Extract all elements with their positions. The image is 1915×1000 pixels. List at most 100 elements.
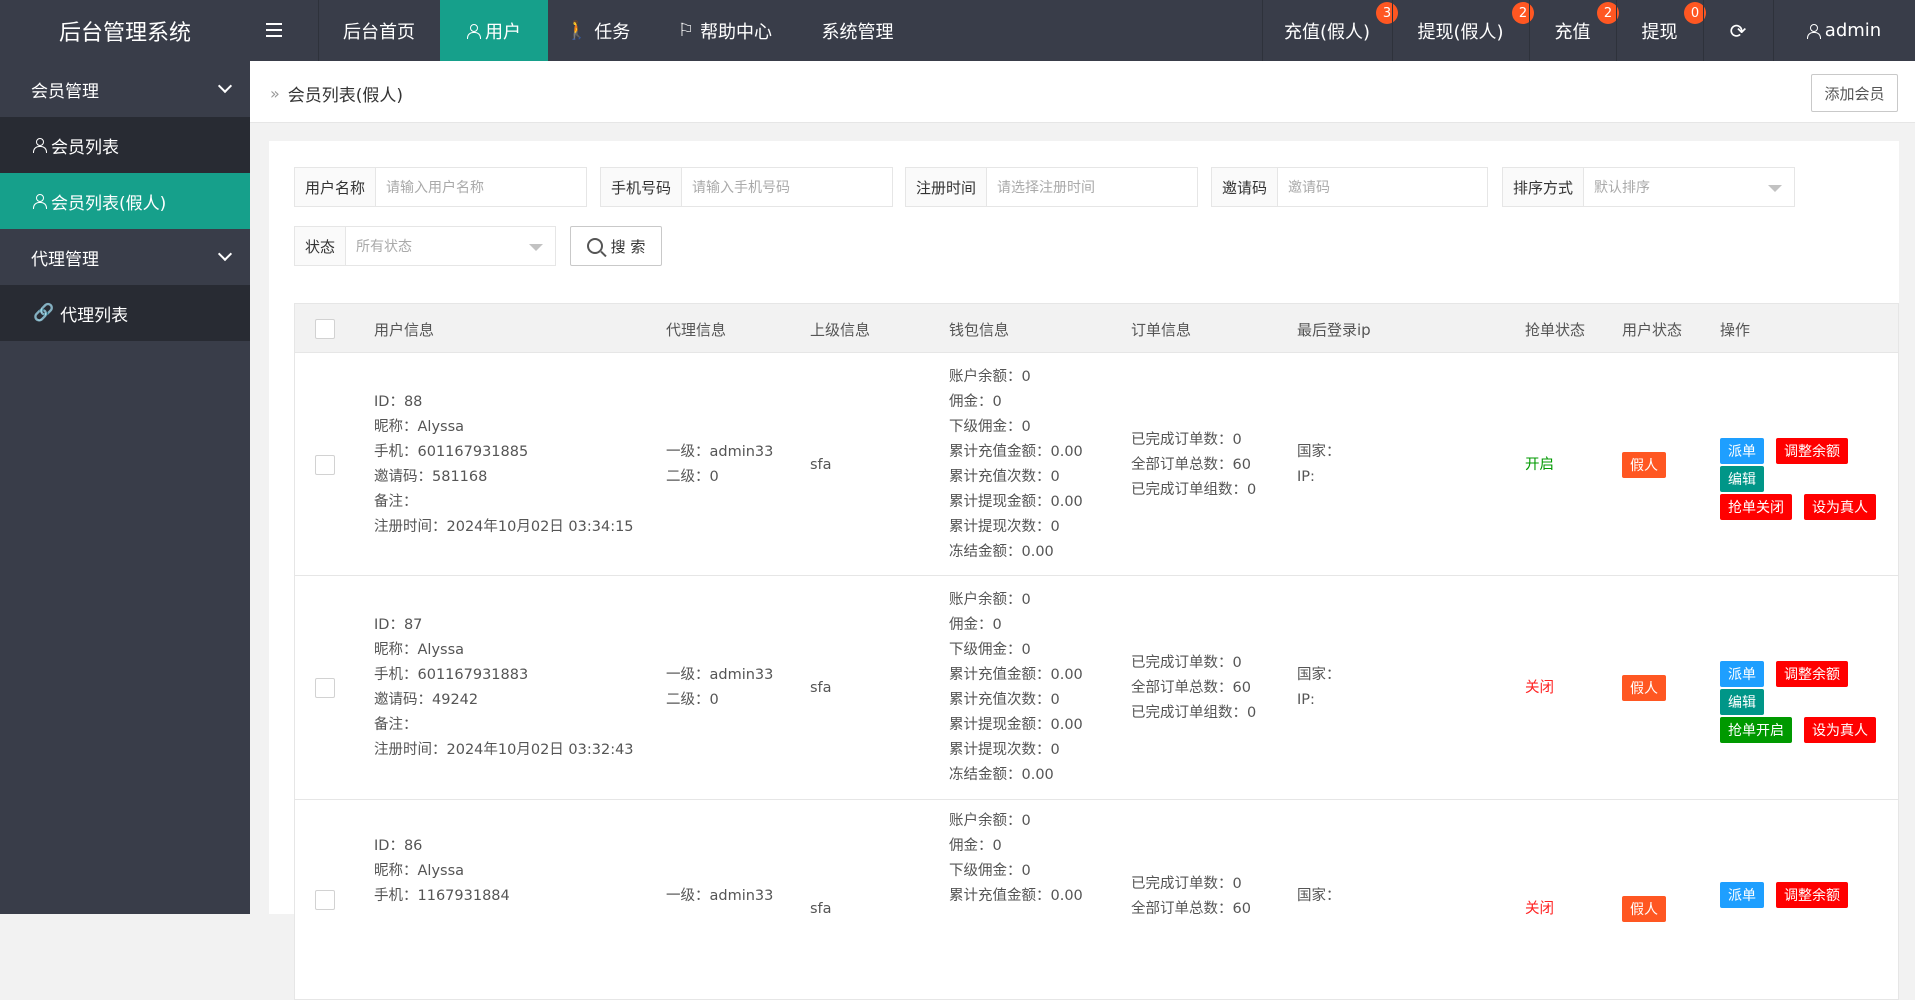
wallet-info-line: 账户余额：0 [949, 813, 1031, 829]
action-button[interactable]: 编辑 [1720, 466, 1764, 492]
invite-filter[interactable]: 邀请码 邀请码 [1211, 167, 1488, 207]
wallet-info-line: 累计充值次数：0 [949, 692, 1060, 708]
wallet-info-line: 下级佣金：0 [949, 863, 1031, 879]
nav-system-label: 系统管理 [821, 21, 894, 43]
sidebar-item-label: 会员列表 [51, 137, 119, 158]
nav-withdraw-fake[interactable]: 提现(假人) 2 [1392, 0, 1534, 61]
nav-recharge[interactable]: 充值 2 [1529, 0, 1619, 61]
agent-info: 一级：admin33 [666, 884, 773, 909]
user-status-badge: 假人 [1622, 452, 1666, 478]
sidebar-group-agents[interactable]: 代理管理 [0, 229, 250, 285]
phone-filter[interactable]: 手机号码 请输入手机号码 [600, 167, 893, 207]
order-info: 已完成订单数：0 全部订单总数：60 已完成订单组数：0 [1131, 428, 1256, 503]
action-button[interactable]: 派单 [1720, 882, 1764, 908]
parent-info: sfa [810, 680, 832, 696]
user-menu[interactable]: admin [1773, 0, 1915, 61]
nav-withdraw[interactable]: 提现 0 [1616, 0, 1706, 61]
row-checkbox[interactable] [315, 678, 335, 698]
row-checkbox[interactable] [315, 455, 335, 475]
nav-home[interactable]: 后台首页 [318, 0, 440, 61]
reg-time-filter[interactable]: 注册时间 请选择注册时间 [905, 167, 1198, 207]
action-button[interactable]: 抢单开启 [1720, 717, 1792, 743]
column-header: 抢单状态 [1525, 321, 1586, 339]
agent-info-line: 一级：admin33 [666, 888, 774, 904]
sort-filter[interactable]: 排序方式 默认排序 [1502, 167, 1795, 207]
sidebar-item-member-list[interactable]: 会员列表 [0, 117, 250, 173]
nav-withdraw-fake-label: 提现(假人) [1417, 21, 1504, 43]
refresh-icon[interactable]: ⟳ [1703, 0, 1773, 61]
reg-time-input[interactable]: 请选择注册时间 [987, 168, 1197, 206]
username-filter[interactable]: 用户名称 请输入用户名称 [294, 167, 587, 207]
nav-tasks[interactable]: 🚶 任务 [548, 0, 648, 61]
action-button[interactable]: 编辑 [1720, 689, 1764, 715]
filter-label: 注册时间 [906, 168, 988, 206]
sidebar-item-member-list-fake[interactable]: 会员列表(假人) [0, 173, 250, 229]
action-button[interactable]: 设为真人 [1804, 717, 1876, 743]
action-button[interactable]: 设为真人 [1804, 494, 1876, 520]
agent-info: 一级：admin33 二级：0 [666, 663, 773, 713]
nav-system[interactable]: 系统管理 [805, 0, 910, 61]
wallet-info-line: 累计充值次数：0 [949, 469, 1060, 485]
wallet-info-line: 累计提现金额：0.00 [949, 717, 1083, 733]
breadcrumb-bar: » 会员列表(假人) 添加会员 [250, 61, 1915, 123]
column-header: 订单信息 [1131, 321, 1192, 339]
nav-tasks-label: 任务 [594, 21, 631, 43]
status-value: 所有状态 [356, 239, 413, 255]
nav-users[interactable]: 用户 [440, 0, 548, 61]
breadcrumb-current: 会员列表(假人) [287, 86, 404, 106]
invite-input[interactable]: 邀请码 [1278, 168, 1487, 206]
user-info-line: 昵称：Alyssa [374, 642, 465, 658]
nav-help[interactable]: ⚐ 帮助中心 [660, 0, 790, 61]
user-info-line: 手机：601167931885 [374, 444, 529, 460]
search-label: 搜 索 [610, 237, 646, 256]
order-info-line: 已完成订单数：0 [1131, 654, 1242, 671]
sidebar-item-label: 代理列表 [60, 305, 129, 326]
login-ip: 国家： IP: [1297, 663, 1341, 713]
user-info-line: 备注： [374, 717, 418, 733]
status-filter[interactable]: 状态 所有状态 [294, 226, 556, 266]
wallet-info: 账户余额：0 佣金：0 下级佣金：0 累计充值金额：0.00 [949, 809, 1083, 909]
wallet-info-line: 下级佣金：0 [949, 419, 1031, 435]
nav-recharge-fake-label: 充值(假人) [1283, 21, 1371, 43]
row-checkbox[interactable] [315, 890, 335, 910]
search-button[interactable]: 搜 索 [570, 226, 662, 266]
user-info-line: ID：88 [374, 394, 423, 410]
nav-users-label: 用户 [485, 21, 521, 43]
user-name: admin [1824, 20, 1882, 41]
sidebar-group-members[interactable]: 会员管理 [0, 61, 250, 117]
user-info: ID：88 昵称：Alyssa 手机：601167931885 邀请码：581168 备… [374, 390, 634, 540]
sidebar-item-agent-list[interactable]: 🔗 代理列表 [0, 285, 250, 341]
phone-input[interactable]: 请输入手机号码 [682, 168, 892, 206]
action-button[interactable]: 派单 [1720, 438, 1764, 464]
action-button[interactable]: 调整余额 [1776, 438, 1848, 464]
action-button[interactable]: 抢单关闭 [1720, 494, 1792, 520]
order-info-line: 已完成订单数：0 [1131, 431, 1242, 448]
username-input[interactable]: 请输入用户名称 [376, 168, 586, 206]
wallet-info-line: 累计提现次数：0 [949, 519, 1060, 535]
nav-recharge-fake[interactable]: 充值(假人) 3 [1262, 0, 1398, 61]
agent-info-line: 二级：0 [666, 469, 719, 485]
wallet-info: 账户余额：0 佣金：0 下级佣金：0 累计充值金额：0.00 累计充值次数：0 累计提现金… [949, 365, 1083, 565]
grab-status: 开启 [1525, 457, 1554, 473]
sidebar-item-label: 会员列表(假人) [51, 193, 167, 214]
chevron-down-icon [217, 78, 233, 94]
action-button[interactable]: 派单 [1720, 661, 1764, 687]
action-button[interactable]: 调整余额 [1776, 661, 1848, 687]
menu-toggle-icon[interactable] [262, 18, 286, 42]
sort-select[interactable]: 默认排序 [1584, 168, 1794, 206]
search-icon [586, 238, 603, 254]
login-ip: 国家： [1297, 884, 1341, 909]
parent-info: sfa [810, 901, 832, 917]
nav-home-label: 后台首页 [343, 21, 415, 43]
filter-label: 用户名称 [295, 168, 377, 206]
user-info-line: 注册时间：2024年10月02日 03:34:15 [374, 519, 634, 535]
order-info: 已完成订单数：0 全部订单总数：60 [1131, 872, 1251, 922]
action-button[interactable]: 调整余额 [1776, 882, 1848, 908]
select-all-checkbox[interactable] [315, 319, 335, 339]
chevron-down-icon [217, 246, 233, 262]
add-member-button[interactable]: 添加会员 [1811, 74, 1898, 112]
grab-status: 关闭 [1525, 901, 1554, 917]
status-select[interactable]: 所有状态 [346, 227, 555, 265]
agent-info-line: 二级：0 [666, 692, 719, 708]
agent-info-line: 一级：admin33 [666, 444, 774, 460]
